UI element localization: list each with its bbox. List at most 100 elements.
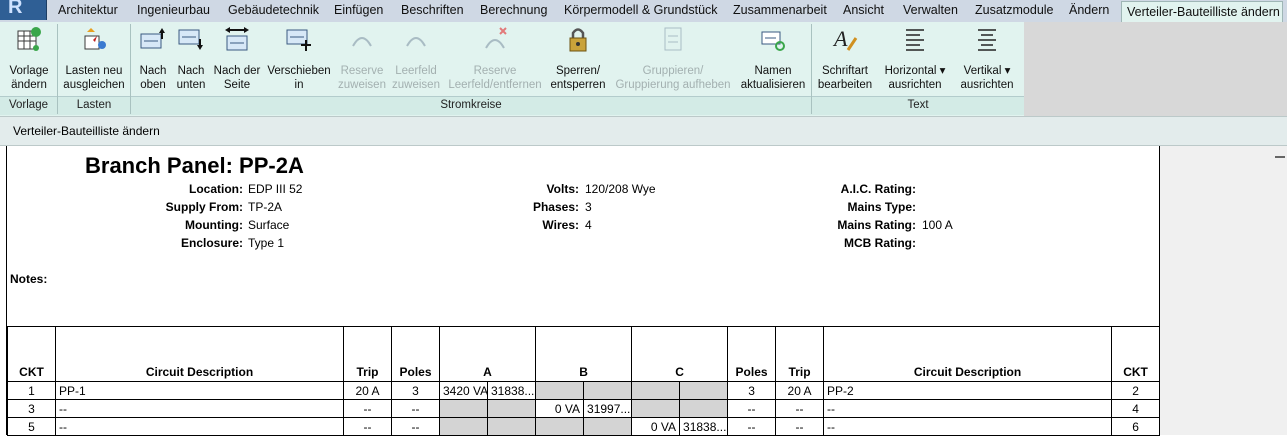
ckt-right[interactable]: 6 — [1111, 417, 1161, 436]
horizontal-line2: ausrichten — [888, 79, 942, 91]
namen-aktualisieren-button[interactable]: Namen aktualisieren — [738, 24, 808, 96]
table-row[interactable]: 3 -- -- -- 0 VA 31997... -- -- -- 4 — [7, 399, 1161, 418]
table-row[interactable]: 1 PP-1 20 A 3 3420 VA 31838... 3 20 A PP… — [7, 381, 1161, 400]
tab-einfuegen[interactable]: Einfügen — [334, 3, 383, 21]
phase-c-load[interactable] — [631, 381, 681, 400]
ckt-left[interactable]: 1 — [7, 381, 56, 400]
phase-c-load2[interactable]: 31838... — [679, 417, 729, 436]
verschieben-line1: Verschieben — [267, 65, 331, 77]
move-up-icon — [140, 28, 165, 49]
vorlage-aendern-button[interactable]: Vorlage ändern — [4, 24, 54, 96]
desc-right[interactable]: PP-2 — [823, 381, 1113, 400]
col-trip-right: Trip — [775, 326, 825, 382]
gruppieren-button[interactable]: Gruppieren/Gruppierung aufheben — [610, 24, 736, 96]
ckt-right[interactable]: 4 — [1111, 399, 1161, 418]
desc-right[interactable]: -- — [823, 399, 1113, 418]
desc-left[interactable]: PP-1 — [55, 381, 344, 400]
vertikal-ausrichten-button[interactable]: Vertikal ▾ ausrichten — [953, 24, 1021, 96]
poles-left[interactable]: 3 — [391, 381, 440, 400]
tab-koerpermodell[interactable]: Körpermodell & Grundstück — [564, 3, 718, 21]
nach-unten-button[interactable]: Nach unten — [173, 24, 209, 96]
phase-b-load[interactable] — [535, 417, 585, 436]
lasten-ausgleichen-button[interactable]: Lasten neu ausgleichen — [60, 24, 128, 96]
context-title: Verteiler-Bauteilliste ändern — [13, 124, 160, 138]
phase-a-load2[interactable] — [486, 417, 537, 436]
application-menu-button[interactable]: R — [0, 0, 47, 20]
ckt-right[interactable]: 2 — [1111, 381, 1161, 400]
reserve-zuweisen-button[interactable]: Reserve zuweisen — [334, 24, 390, 96]
verschieben-in-button[interactable]: Verschieben in — [265, 24, 333, 96]
nach-der-seite-button[interactable]: Nach der Seite — [210, 24, 264, 96]
tab-gebaeudetechnik[interactable]: Gebäudetechnik — [228, 3, 319, 21]
poles-right[interactable]: -- — [727, 399, 777, 418]
trip-right[interactable]: 20 A — [775, 381, 825, 400]
schriftart-bearbeiten-button[interactable]: A Schriftart bearbeiten — [813, 24, 877, 96]
phase-c-load2[interactable] — [679, 381, 729, 400]
volts-label: Volts: — [546, 182, 579, 196]
desc-left[interactable]: -- — [55, 417, 344, 436]
horizontal-ausrichten-button[interactable]: Horizontal ▾ ausrichten — [880, 24, 950, 96]
phase-a-load2[interactable]: 31838... — [486, 381, 537, 400]
leerfeld-zuweisen-button[interactable]: Leerfeld zuweisen — [390, 24, 442, 96]
tab-architektur[interactable]: Architektur — [58, 3, 118, 21]
tab-ansicht[interactable]: Ansicht — [843, 3, 884, 21]
tab-aendern[interactable]: Ändern — [1069, 3, 1109, 21]
volts-value[interactable]: 120/208 Wye — [585, 182, 656, 196]
nach-oben-button[interactable]: Nach oben — [134, 24, 172, 96]
trip-left[interactable]: -- — [343, 417, 392, 436]
location-value[interactable]: EDP III 52 — [248, 182, 302, 196]
supply-value[interactable]: TP-2A — [248, 200, 282, 214]
phase-b-load[interactable] — [535, 381, 585, 400]
mounting-value[interactable]: Surface — [248, 218, 289, 232]
col-phase-a: A — [438, 326, 537, 382]
remove-spare-icon — [485, 27, 507, 49]
phase-b-load2[interactable]: 31997... — [583, 399, 633, 418]
poles-right[interactable]: 3 — [727, 381, 777, 400]
ckt-left[interactable]: 5 — [7, 417, 56, 436]
tab-verteiler-bauteilliste-aendern[interactable]: Verteiler-Bauteilliste ändern — [1121, 1, 1283, 22]
phase-c-load2[interactable] — [679, 399, 729, 418]
minimize-icon[interactable] — [1275, 156, 1285, 158]
tab-verwalten[interactable]: Verwalten — [903, 3, 958, 21]
phase-a-load[interactable] — [439, 417, 488, 436]
poles-left[interactable]: -- — [391, 417, 440, 436]
phase-b-load2[interactable] — [583, 417, 633, 436]
phase-c-load[interactable] — [631, 399, 681, 418]
wires-value[interactable]: 4 — [585, 218, 592, 232]
mains-rating-value[interactable]: 100 A — [922, 218, 953, 232]
tab-berechnung[interactable]: Berechnung — [480, 3, 547, 21]
panel-title: Branch Panel: PP-2A — [85, 153, 304, 178]
enclosure-value[interactable]: Type 1 — [248, 236, 284, 250]
poles-left[interactable]: -- — [391, 399, 440, 418]
tab-ingenieurbau[interactable]: Ingenieurbau — [137, 3, 210, 21]
ckt-left[interactable]: 3 — [7, 399, 56, 418]
desc-left[interactable]: -- — [55, 399, 344, 418]
phase-a-load[interactable]: 3420 VA — [439, 381, 488, 400]
sperren-entsperren-button[interactable]: Sperren/entsperren — [548, 24, 608, 96]
phases-value[interactable]: 3 — [585, 200, 592, 214]
lock-icon — [569, 28, 587, 52]
spare-icon — [352, 37, 372, 47]
trip-right[interactable]: -- — [775, 417, 825, 436]
notes-label: Notes: — [10, 272, 48, 286]
wires-label: Wires: — [542, 218, 579, 232]
trip-left[interactable]: -- — [343, 399, 392, 418]
move-down-icon — [178, 29, 203, 50]
col-trip-left: Trip — [343, 326, 392, 382]
phase-b-load[interactable]: 0 VA — [535, 399, 585, 418]
reserve-leerfeld-entfernen-button[interactable]: Reserve Leerfeld/entfernen — [444, 24, 546, 96]
tab-zusatzmodule[interactable]: Zusatzmodule — [975, 3, 1054, 21]
horizontal-line1: Horizontal — [884, 65, 937, 77]
phase-b-load2[interactable] — [583, 381, 633, 400]
phase-a-load[interactable] — [439, 399, 488, 418]
phase-c-load[interactable]: 0 VA — [631, 417, 681, 436]
desc-right[interactable]: -- — [823, 417, 1113, 436]
trip-right[interactable]: -- — [775, 399, 825, 418]
tab-beschriften[interactable]: Beschriften — [401, 3, 464, 21]
table-row[interactable]: 5 -- -- -- 0 VA 31838... -- -- -- 6 — [7, 417, 1161, 436]
enclosure-label: Enclosure: — [180, 236, 243, 250]
tab-zusammenarbeit[interactable]: Zusammenarbeit — [733, 3, 827, 21]
trip-left[interactable]: 20 A — [343, 381, 392, 400]
poles-right[interactable]: -- — [727, 417, 777, 436]
phase-a-load2[interactable] — [486, 399, 537, 418]
